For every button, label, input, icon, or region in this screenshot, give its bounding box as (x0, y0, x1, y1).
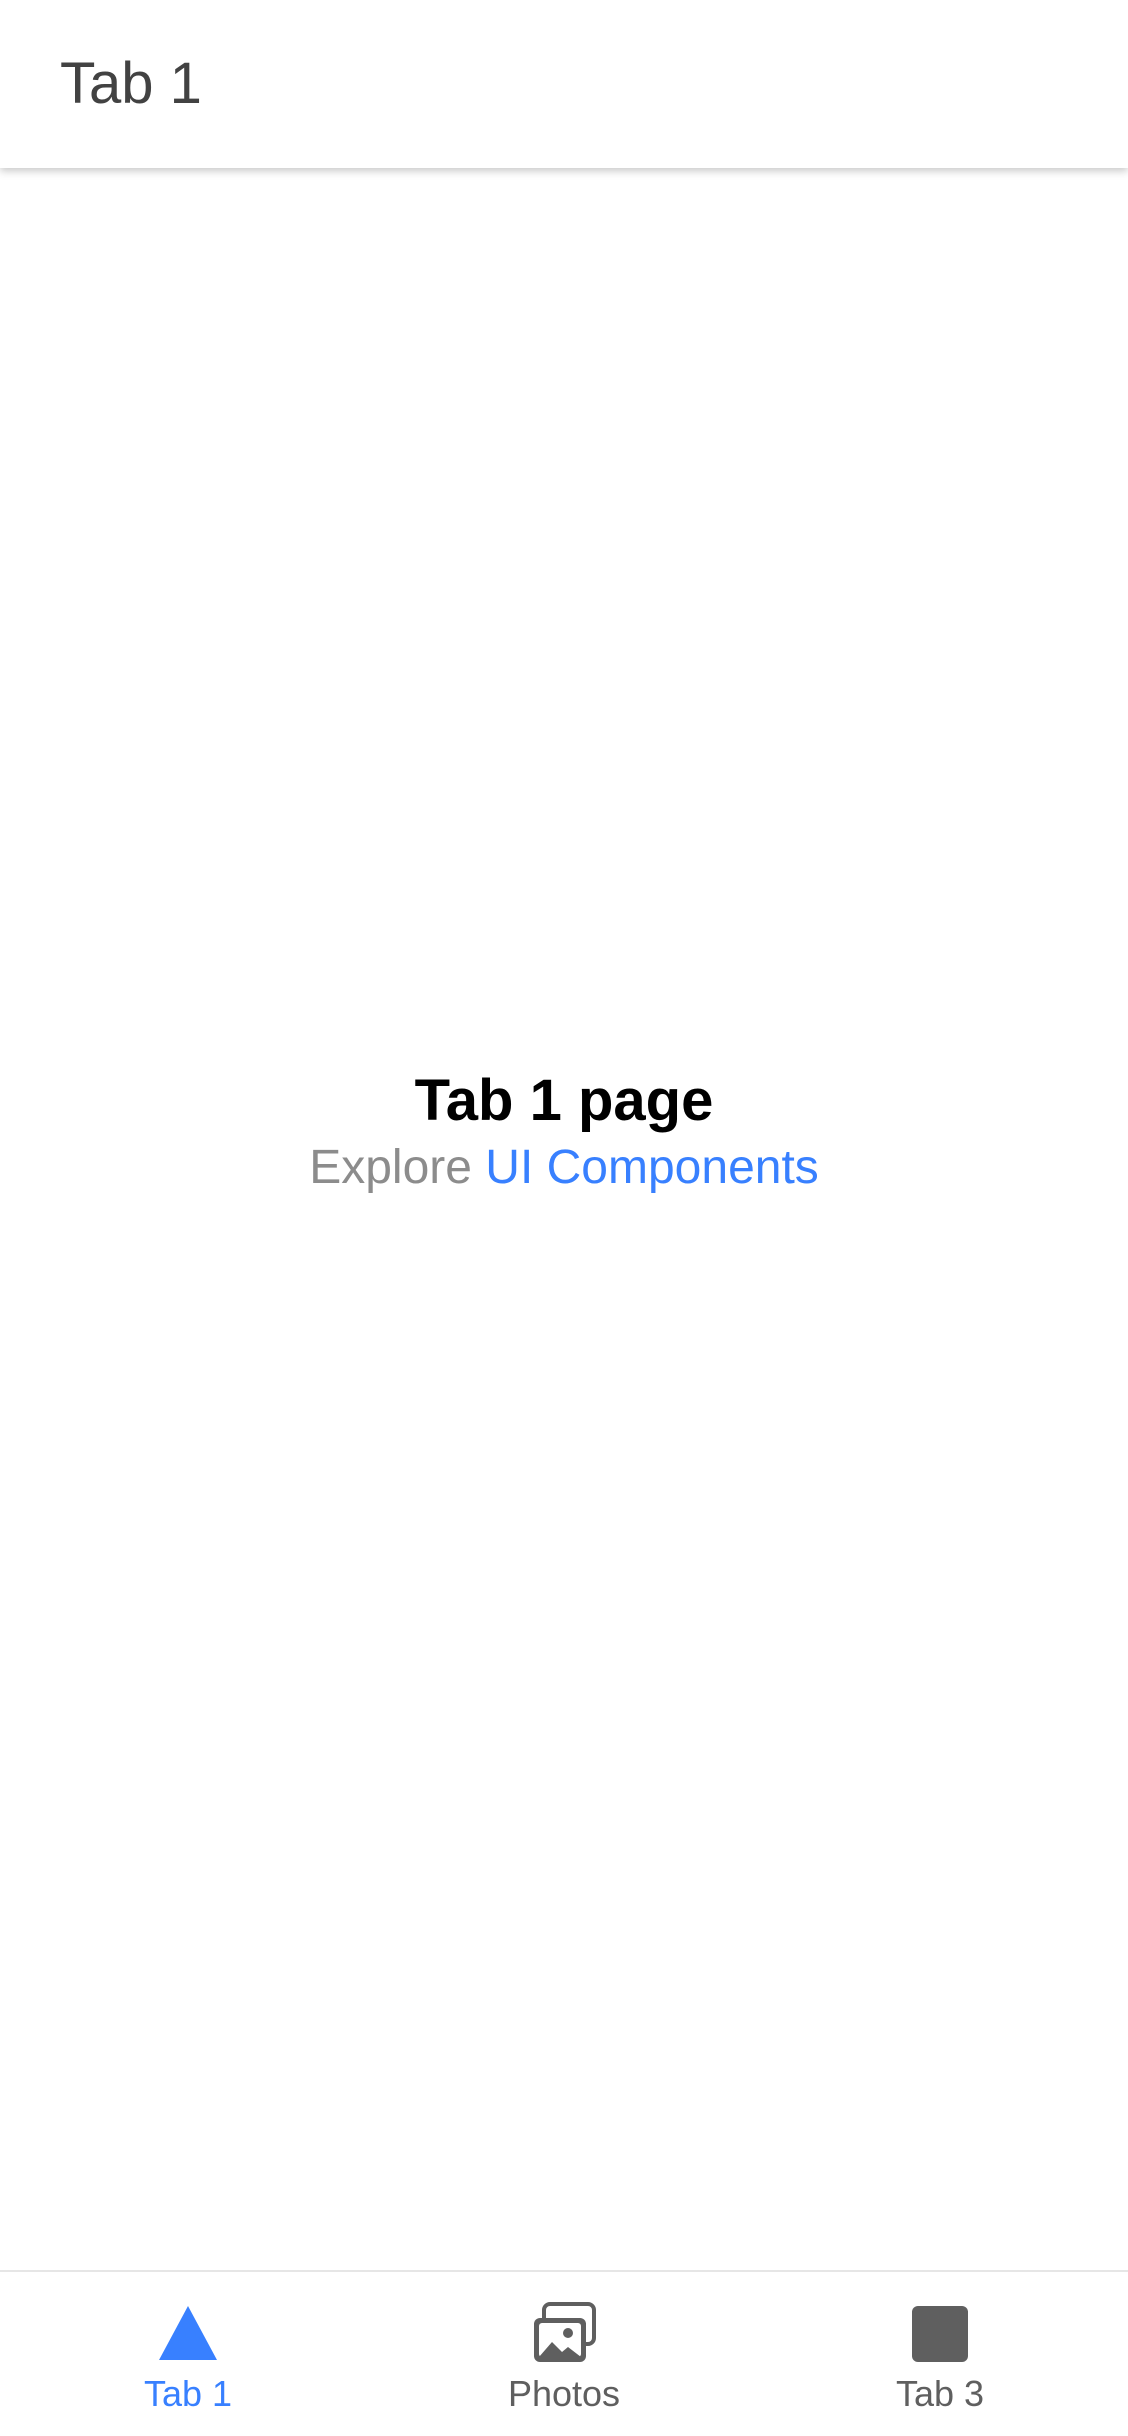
tab-tab1[interactable]: Tab 1 (0, 2272, 376, 2436)
app-header: Tab 1 (0, 0, 1128, 168)
explore-text: Explore UI Components (0, 1138, 1128, 1198)
empty-state-container: Tab 1 page Explore UI Components (0, 1066, 1128, 1198)
tab-label: Photos (507, 2373, 621, 2414)
page-title: Tab 1 (60, 51, 202, 116)
explore-prefix: Explore (309, 1141, 472, 1194)
triangle-icon (159, 2306, 217, 2360)
square-icon (912, 2306, 968, 2362)
tab-tab3[interactable]: Tab 3 (752, 2272, 1128, 2436)
tab-photos[interactable]: Photos (376, 2272, 752, 2436)
images-icon (534, 2302, 596, 2362)
page-heading: Tab 1 page (414, 1068, 714, 1133)
tab-label: Tab 1 (143, 2373, 233, 2414)
tab1-content[interactable]: Tab 1 page Explore UI Components (0, 168, 1128, 2270)
app-root: Tab 1 Tab 1 page Explore UI Components T… (0, 0, 1128, 2436)
ui-components-link[interactable]: UI Components (485, 1141, 819, 1194)
bottom-tab-bar: Tab 1 Photos Tab 3 (0, 2270, 1128, 2436)
tab-label: Tab 3 (895, 2373, 985, 2414)
